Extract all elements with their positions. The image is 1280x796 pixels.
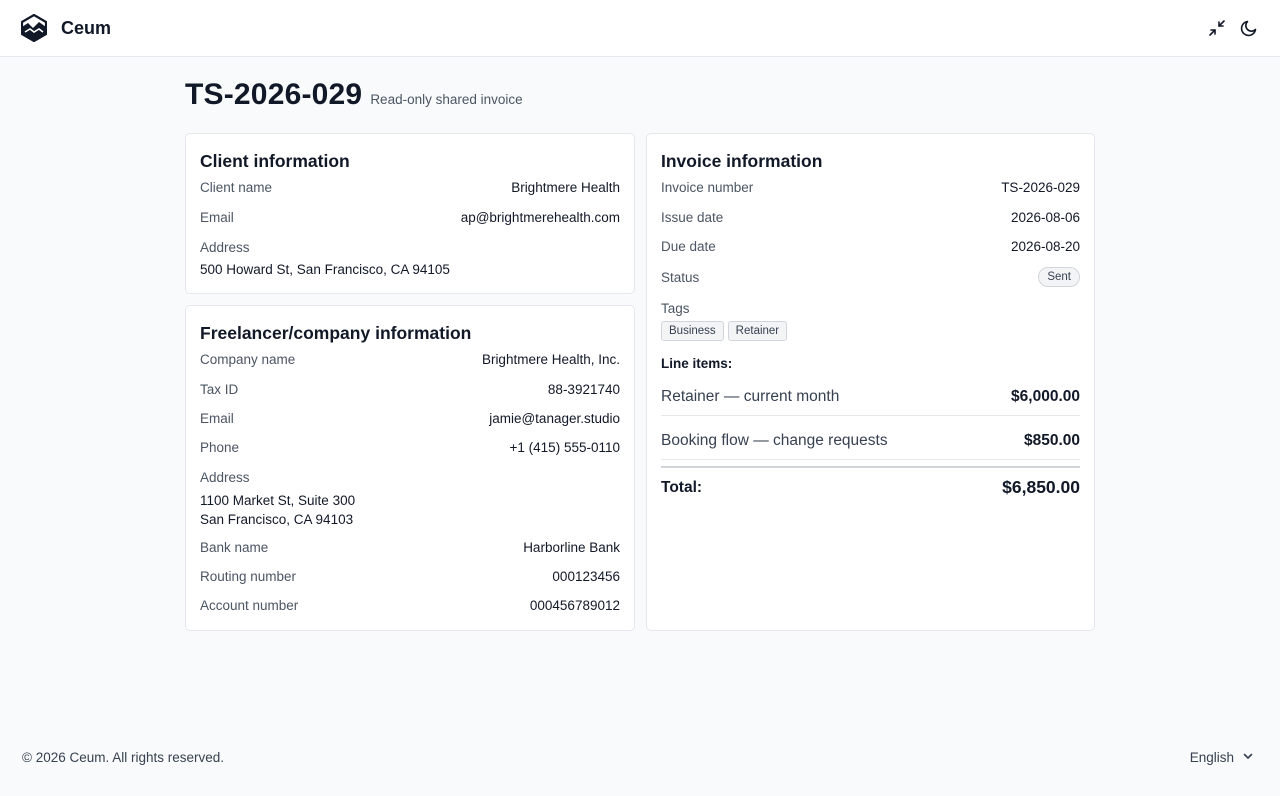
app-name: Ceum [61, 17, 112, 38]
page-title: TS-2026-029 [185, 78, 363, 111]
language-selector[interactable]: English [1190, 750, 1254, 765]
freelancer-email-row: Email jamie@tanager.studio [200, 411, 620, 426]
due-date-row: Due date 2026-08-20 [661, 239, 1080, 254]
issue-date-value: 2026-08-06 [1010, 210, 1080, 225]
client-address-label: Address [200, 240, 250, 255]
issue-date-label: Issue date [661, 210, 724, 225]
total-divider [661, 466, 1080, 468]
tag-business: Business [661, 321, 724, 341]
bank-name-row: Bank name Harborline Bank [200, 540, 620, 555]
client-email-row: Email ap@brightmerehealth.com [200, 210, 620, 225]
line-item-amount: $6,000.00 [1011, 388, 1080, 405]
line-item-amount: $850.00 [1023, 432, 1080, 449]
freelancer-email-label: Email [200, 411, 234, 426]
brand[interactable]: Ceum [21, 14, 111, 42]
copyright-text: © 2026 Ceum. All rights reserved. [22, 750, 225, 765]
phone-label: Phone [200, 440, 240, 455]
freelancer-address-line2: San Francisco, CA 94103 [200, 512, 354, 527]
bank-name-label: Bank name [200, 540, 269, 555]
phone-value: +1 (415) 555-0110 [509, 440, 620, 455]
language-value: English [1189, 750, 1234, 765]
tax-id-label: Tax ID [200, 382, 239, 397]
freelancer-info-card: Freelancer/company information Company n… [185, 305, 635, 631]
routing-number-row: Routing number 000123456 [200, 569, 620, 584]
tags-label: Tags [661, 301, 690, 316]
freelancer-address-line1: 1100 Market St, Suite 300 [200, 493, 356, 508]
footer: © 2026 Ceum. All rights reserved. Englis… [22, 750, 1254, 765]
tax-id-row: Tax ID 88-3921740 [200, 382, 620, 397]
line-item-row: Retainer — current month $6,000.00 [661, 388, 1080, 406]
account-number-row: Account number 000456789012 [200, 598, 620, 613]
client-address-value: 500 Howard St, San Francisco, CA 94105 [200, 262, 450, 277]
company-name-row: Company name Brightmere Health, Inc. [200, 352, 620, 367]
company-name-value: Brightmere Health, Inc. [481, 352, 620, 367]
page-header: TS-2026-029 Read-only shared invoice [185, 78, 523, 112]
invoice-info-heading: Invoice information [661, 151, 823, 171]
status-label: Status [661, 269, 700, 285]
ceum-logo-icon [21, 14, 47, 42]
line-item-row: Booking flow — change requests $850.00 [661, 432, 1080, 450]
invoice-number-value: TS-2026-029 [1001, 180, 1080, 195]
total-amount: $6,850.00 [1002, 477, 1080, 497]
routing-number-label: Routing number [200, 569, 297, 584]
phone-row: Phone +1 (415) 555-0110 [200, 440, 620, 455]
total-row: Total: $6,850.00 [661, 477, 1080, 498]
bank-name-value: Harborline Bank [523, 540, 620, 555]
page-subtitle: Read-only shared invoice [370, 92, 523, 107]
tax-id-value: 88-3921740 [547, 382, 620, 397]
minimize-icon[interactable] [1208, 19, 1226, 37]
invoice-number-row: Invoice number TS-2026-029 [661, 180, 1080, 195]
tags-list: Business Retainer [661, 321, 788, 341]
tag-retainer: Retainer [727, 321, 788, 341]
client-name-row: Client name Brightmere Health [200, 180, 620, 195]
invoice-number-label: Invoice number [661, 180, 754, 195]
freelancer-info-heading: Freelancer/company information [200, 323, 472, 343]
routing-number-value: 000123456 [552, 569, 620, 584]
issue-date-row: Issue date 2026-08-06 [661, 210, 1080, 225]
client-name-label: Client name [200, 180, 273, 195]
company-name-label: Company name [200, 352, 296, 367]
status-row: Status Sent [661, 267, 1080, 287]
line-item-description: Retainer — current month [661, 388, 840, 405]
account-number-label: Account number [200, 598, 299, 613]
status-badge: Sent [1038, 267, 1080, 287]
top-bar: Ceum [0, 0, 1280, 57]
account-number-value: 000456789012 [529, 598, 620, 613]
chevron-down-icon [1242, 750, 1254, 765]
due-date-label: Due date [661, 239, 716, 254]
line-item-divider [661, 415, 1080, 416]
due-date-value: 2026-08-20 [1010, 239, 1080, 254]
total-label: Total: [661, 478, 703, 496]
invoice-info-card: Invoice information Invoice number TS-20… [646, 133, 1095, 631]
line-items-label: Line items: [661, 356, 733, 371]
line-item-description: Booking flow — change requests [661, 432, 888, 449]
client-info-card: Client information Client name Brightmer… [185, 133, 635, 294]
moon-icon[interactable] [1240, 19, 1258, 37]
freelancer-email-value: jamie@tanager.studio [489, 411, 620, 426]
client-info-heading: Client information [200, 151, 350, 171]
client-email-value: ap@brightmerehealth.com [460, 210, 620, 225]
client-email-label: Email [200, 210, 234, 225]
freelancer-address-label: Address [200, 470, 250, 485]
client-name-value: Brightmere Health [511, 180, 620, 195]
line-item-divider [661, 459, 1080, 460]
